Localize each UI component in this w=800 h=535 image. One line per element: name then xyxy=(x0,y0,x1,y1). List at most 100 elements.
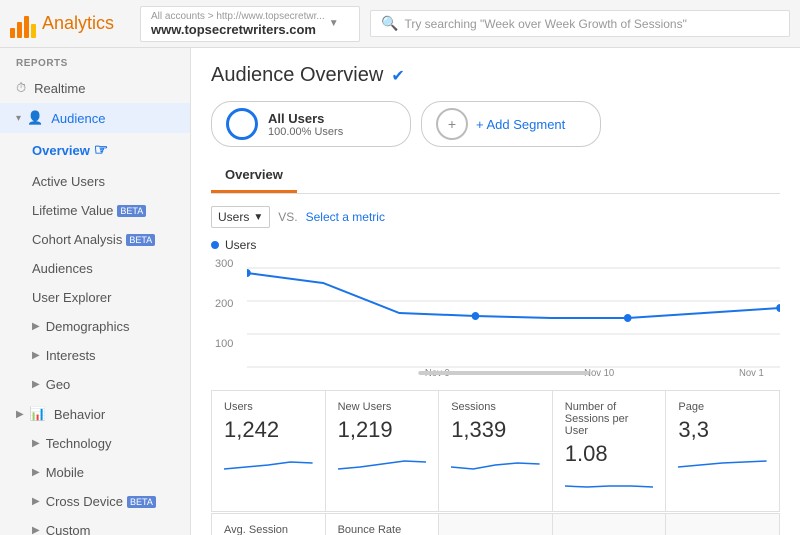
page-title: Audience Overview xyxy=(211,64,383,87)
metric-card-bounce-rate: Bounce Rate 2.17% xyxy=(326,514,439,535)
app-title: Analytics xyxy=(42,13,114,34)
chart-yaxis: 300 200 100 xyxy=(211,258,237,378)
sidebar-item-user-explorer[interactable]: User Explorer xyxy=(0,283,190,312)
page-title-row: Audience Overview ✔ xyxy=(211,64,780,87)
sidebar-item-custom[interactable]: ▶ Custom xyxy=(0,516,190,535)
metric-label-bounce-rate: Bounce Rate xyxy=(338,524,427,535)
behavior-arrow-icon: ▶ xyxy=(16,409,24,420)
cursor-icon: ☞ xyxy=(94,140,108,160)
legend-dot-users xyxy=(211,241,219,249)
sidebar-item-label: Realtime xyxy=(34,81,85,96)
segment-pct: 100.00% Users xyxy=(268,126,343,138)
metric-value-sessions-per-user: 1.08 xyxy=(565,441,654,467)
sidebar-item-audience[interactable]: ▾ 👤 Audience xyxy=(0,103,190,133)
sidebar-section-reports: REPORTS xyxy=(0,48,190,73)
tech-arrow-icon: ▶ xyxy=(32,438,40,449)
sidebar-item-demographics[interactable]: ▶ Demographics xyxy=(0,312,190,341)
sidebar-item-label: Cohort Analysis xyxy=(32,232,122,247)
metric-label-avg-session: Avg. Session Duration xyxy=(224,524,313,535)
sidebar-item-label: Custom xyxy=(46,523,91,535)
behavior-icon: 📊 xyxy=(30,406,46,422)
sidebar-item-interests[interactable]: ▶ Interests xyxy=(0,341,190,370)
interests-arrow-icon: ▶ xyxy=(32,350,40,361)
logo-bar-3 xyxy=(24,16,29,38)
chart-legend: Users xyxy=(211,238,780,252)
metric-sparkline-new-users xyxy=(338,447,427,477)
app-header: Analytics All accounts > http://www.tops… xyxy=(0,0,800,48)
dimension-select[interactable]: Users ▼ xyxy=(211,206,270,228)
main-content: Audience Overview ✔ All Users 100.00% Us… xyxy=(191,48,800,535)
sidebar-item-label: Lifetime Value xyxy=(32,203,113,218)
metric-card-empty-2 xyxy=(553,514,666,535)
sidebar-item-label: User Explorer xyxy=(32,290,111,305)
metrics-grid: Users 1,242 New Users 1,219 Sessio xyxy=(211,390,780,512)
metric-value-users: 1,242 xyxy=(224,417,313,443)
metric-card-empty-3 xyxy=(666,514,779,535)
metric-card-pageviews: Page 3,3 xyxy=(666,391,779,511)
sidebar-item-behavior[interactable]: ▶ 📊 Behavior xyxy=(0,399,190,429)
segment-all-users[interactable]: All Users 100.00% Users xyxy=(211,101,411,147)
metric-label-new-users: New Users xyxy=(338,401,427,413)
vs-label: VS. xyxy=(278,210,297,224)
svg-text:Nov 1: Nov 1 xyxy=(739,368,764,378)
sidebar-item-realtime[interactable]: ⏱ Realtime xyxy=(0,73,190,103)
y-label-300: 300 xyxy=(215,258,233,270)
sidebar-item-label: Geo xyxy=(46,377,71,392)
tab-overview-label: Overview xyxy=(225,167,283,182)
y-label-200: 200 xyxy=(215,298,233,310)
sidebar-item-label: Active Users xyxy=(32,174,105,189)
metric-label-pageviews: Page xyxy=(678,401,767,413)
metric-value-new-users: 1,219 xyxy=(338,417,427,443)
sidebar-item-mobile[interactable]: ▶ Mobile xyxy=(0,458,190,487)
legend-label-users: Users xyxy=(225,238,256,252)
main-layout: REPORTS ⏱ Realtime ▾ 👤 Audience Overview… xyxy=(0,48,800,535)
logo-bar-2 xyxy=(17,22,22,38)
segment-name: All Users xyxy=(268,111,343,126)
chart-svg: Nov 9 Nov 10 Nov 1 xyxy=(247,258,780,378)
sidebar-item-audiences[interactable]: Audiences xyxy=(0,254,190,283)
mobile-arrow-icon: ▶ xyxy=(32,467,40,478)
sidebar: REPORTS ⏱ Realtime ▾ 👤 Audience Overview… xyxy=(0,48,191,535)
metric-card-users: Users 1,242 xyxy=(212,391,325,511)
breadcrumb-url: www.topsecretwriters.com xyxy=(151,22,325,37)
y-label-100: 100 xyxy=(215,338,233,350)
breadcrumb-bar[interactable]: All accounts > http://www.topsecretwr...… xyxy=(140,6,360,42)
lifetime-value-badge: BETA xyxy=(117,205,146,217)
sidebar-item-cross-device[interactable]: ▶ Cross Device BETA xyxy=(0,487,190,516)
cross-device-arrow-icon: ▶ xyxy=(32,496,40,507)
sidebar-item-geo[interactable]: ▶ Geo xyxy=(0,370,190,399)
controls-row: Users ▼ VS. Select a metric xyxy=(211,206,780,228)
sidebar-item-label: Audiences xyxy=(32,261,93,276)
cross-device-badge: BETA xyxy=(127,496,156,508)
logo-area: Analytics xyxy=(10,10,130,38)
metric-card-avg-session: Avg. Session Duration 00:00:42 xyxy=(212,514,325,535)
select-metric-link[interactable]: Select a metric xyxy=(306,210,385,224)
add-segment-circle-icon: + xyxy=(436,108,468,140)
add-segment-label: + Add Segment xyxy=(476,117,565,132)
realtime-icon: ⏱ xyxy=(16,80,26,96)
sidebar-item-cohort-analysis[interactable]: Cohort Analysis BETA xyxy=(0,225,190,254)
cohort-analysis-badge: BETA xyxy=(126,234,155,246)
search-bar[interactable]: 🔍 Try searching "Week over Week Growth o… xyxy=(370,10,790,37)
metric-label-sessions: Sessions xyxy=(451,401,540,413)
logo-icon xyxy=(10,10,36,38)
metric-label-users: Users xyxy=(224,401,313,413)
sidebar-item-label: Technology xyxy=(46,436,112,451)
sidebar-item-label: Mobile xyxy=(46,465,84,480)
sidebar-item-lifetime-value[interactable]: Lifetime Value BETA xyxy=(0,196,190,225)
metric-sparkline-users xyxy=(224,447,313,477)
geo-arrow-icon: ▶ xyxy=(32,379,40,390)
audience-icon: 👤 xyxy=(27,110,43,126)
sidebar-item-overview[interactable]: Overview ☞ xyxy=(0,133,190,167)
metric-sparkline-sessions xyxy=(451,447,540,477)
audience-arrow-icon: ▾ xyxy=(16,113,21,124)
custom-arrow-icon: ▶ xyxy=(32,525,40,535)
sidebar-item-label: Cross Device xyxy=(46,494,123,509)
tab-overview[interactable]: Overview xyxy=(211,159,297,193)
sidebar-item-label: Behavior xyxy=(54,407,105,422)
sidebar-item-technology[interactable]: ▶ Technology xyxy=(0,429,190,458)
add-segment-button[interactable]: + + Add Segment xyxy=(421,101,601,147)
chart-container: Users 300 200 100 xyxy=(211,238,780,378)
breadcrumb-dropdown-arrow[interactable]: ▼ xyxy=(329,18,339,29)
sidebar-item-active-users[interactable]: Active Users xyxy=(0,167,190,196)
